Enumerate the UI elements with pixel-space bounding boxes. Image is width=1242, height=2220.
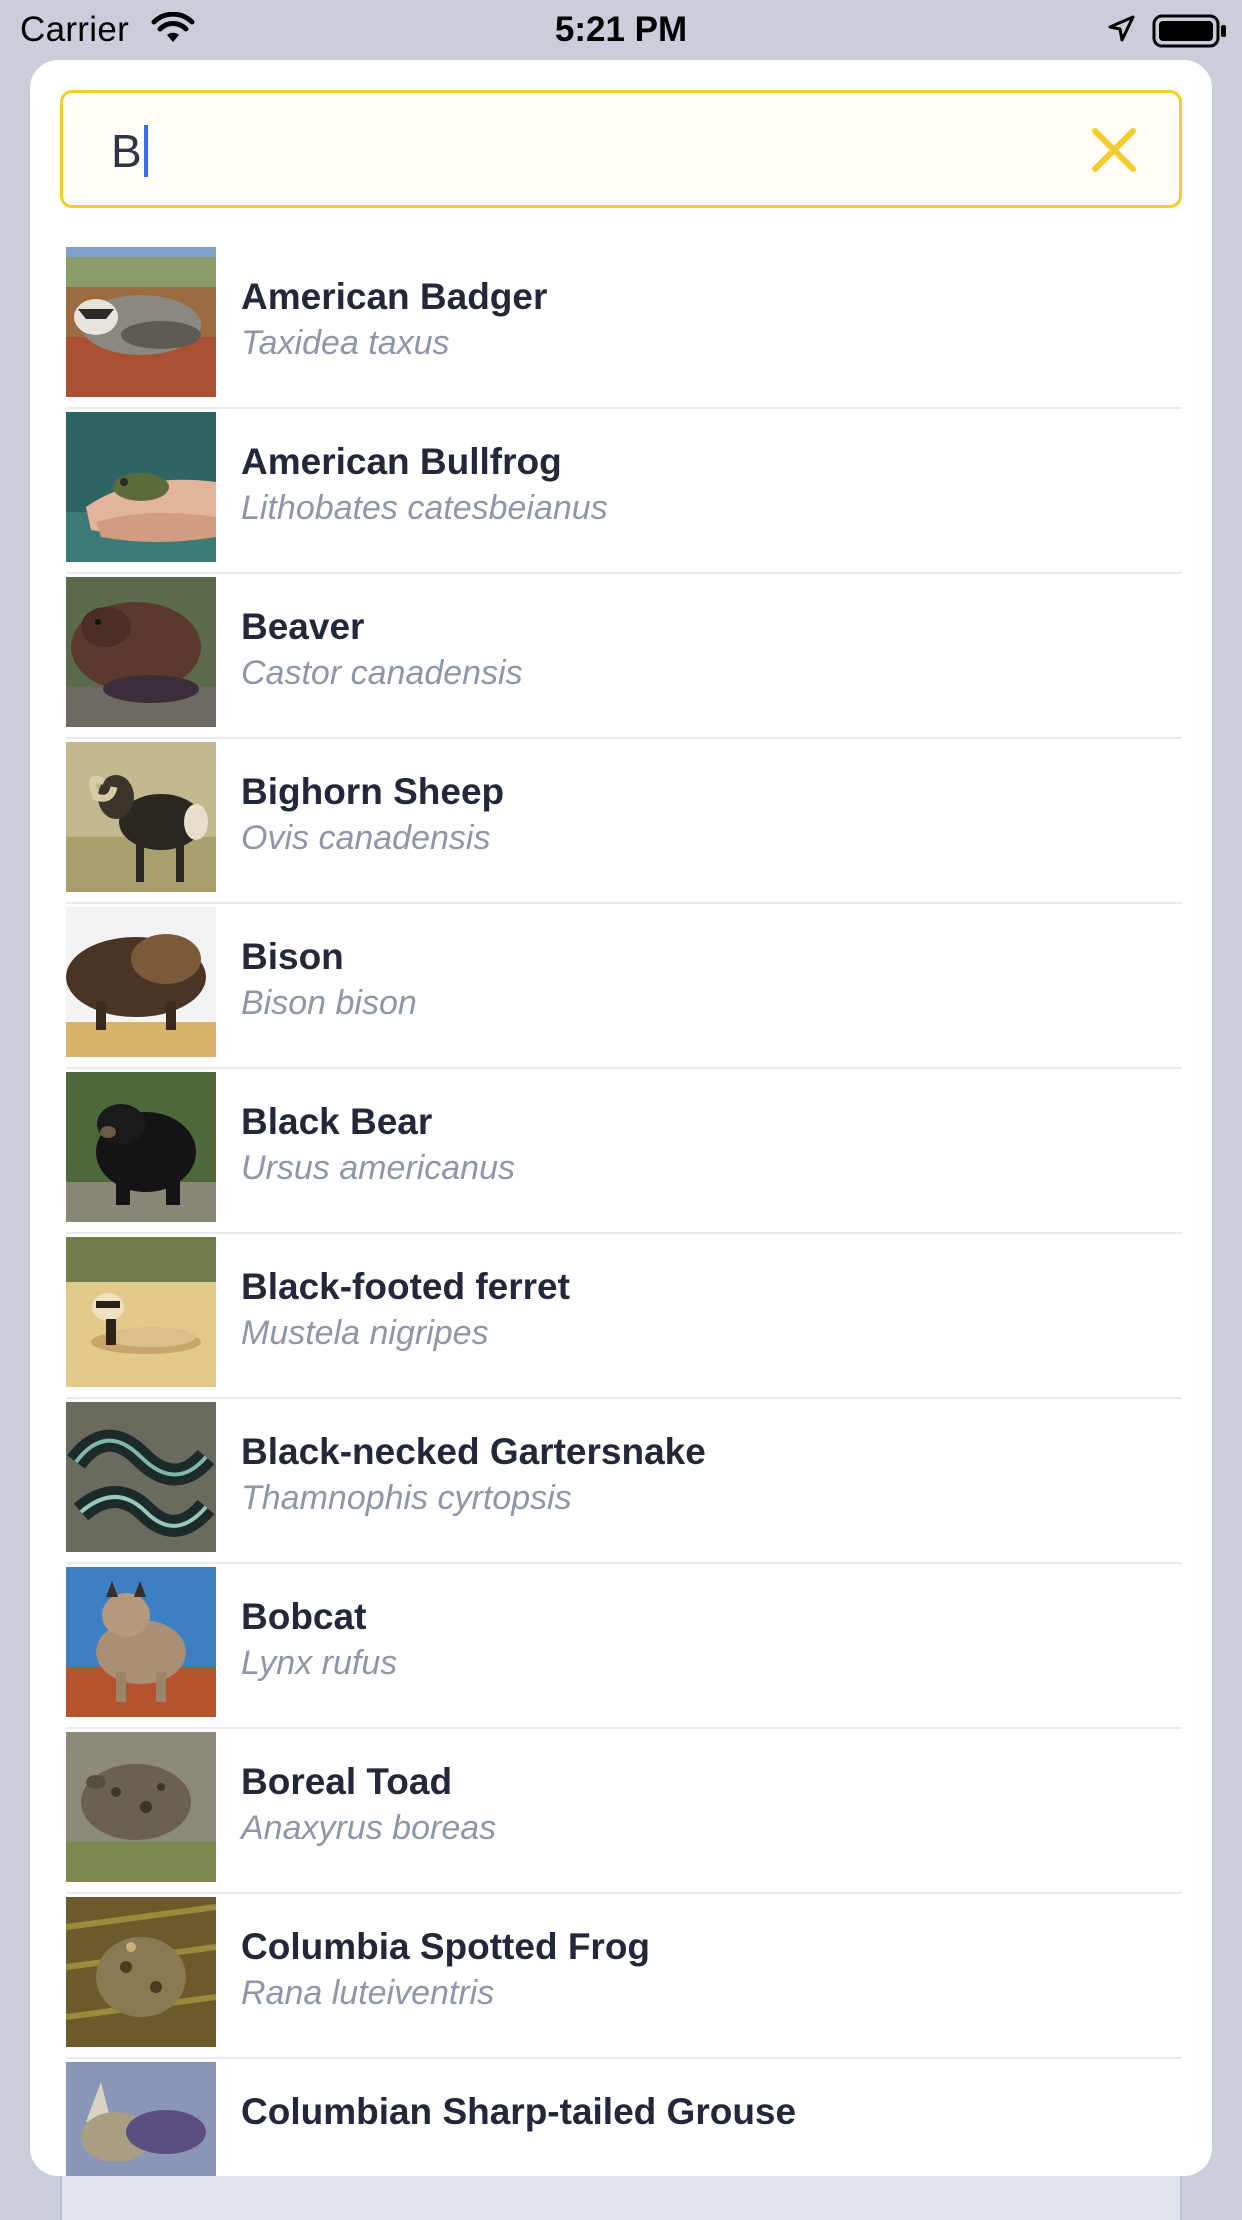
status-time: 5:21 PM — [554, 10, 688, 49]
list-item[interactable]: Black-footed ferret Mustela nigripes — [66, 1234, 1182, 1399]
text-caret — [143, 125, 148, 177]
common-name: American Bullfrog — [241, 441, 562, 482]
scientific-name: Ovis canadensis — [241, 819, 491, 857]
scientific-name: Mustela nigripes — [241, 1314, 489, 1352]
common-name: Black-necked Gartersnake — [241, 1431, 706, 1472]
close-icon — [1092, 128, 1136, 172]
list-item[interactable]: Bighorn Sheep Ovis canadensis — [66, 739, 1182, 904]
list-item[interactable]: Boreal Toad Anaxyrus boreas — [66, 1729, 1182, 1894]
common-name: Boreal Toad — [241, 1761, 453, 1802]
common-name: Black Bear — [241, 1101, 433, 1142]
scientific-name: Anaxyrus boreas — [241, 1809, 497, 1847]
common-name: Bobcat — [241, 1596, 367, 1637]
animal-photo — [66, 1567, 216, 1717]
common-name: Bison — [241, 936, 344, 977]
scientific-name: Lynx rufus — [241, 1644, 398, 1682]
animal-photo — [66, 577, 216, 727]
search-sheet: B American Badger Taxidea taxus American… — [30, 60, 1212, 2176]
status-bar: Carrier 5:21 PM — [0, 0, 1242, 60]
scientific-name: Castor canadensis — [241, 654, 523, 692]
animal-photo — [66, 247, 216, 397]
list-item[interactable]: Bobcat Lynx rufus — [66, 1564, 1182, 1729]
animal-photo — [66, 907, 216, 1057]
common-name: American Badger — [241, 276, 548, 317]
list-item[interactable]: Black-necked Gartersnake Thamnophis cyrt… — [66, 1399, 1182, 1564]
list-item[interactable]: Black Bear Ursus americanus — [66, 1069, 1182, 1234]
list-item[interactable]: American Badger Taxidea taxus — [66, 244, 1182, 409]
common-name: Columbian Sharp-tailed Grouse — [241, 2091, 797, 2132]
common-name: Beaver — [241, 606, 365, 647]
battery-icon — [1152, 14, 1228, 53]
animal-photo — [66, 1237, 216, 1387]
animal-photo — [66, 1897, 216, 2047]
scientific-name: Thamnophis cyrtopsis — [241, 1479, 572, 1517]
common-name: Columbia Spotted Frog — [241, 1926, 651, 1967]
scientific-name: Bison bison — [241, 984, 417, 1022]
scientific-name: Ursus americanus — [241, 1149, 515, 1187]
common-name: Black-footed ferret — [241, 1266, 570, 1307]
list-item[interactable]: Columbia Spotted Frog Rana luteiventris — [66, 1894, 1182, 2059]
scientific-name: Rana luteiventris — [241, 1974, 495, 2012]
search-box[interactable]: B — [60, 90, 1182, 208]
animal-photo — [66, 742, 216, 892]
list-item[interactable]: Columbian Sharp-tailed Grouse — [66, 2059, 1182, 2176]
animal-photo — [66, 1402, 216, 1552]
list-item[interactable]: Bison Bison bison — [66, 904, 1182, 1069]
animal-photo — [66, 1072, 216, 1222]
list-item[interactable]: Beaver Castor canadensis — [66, 574, 1182, 739]
location-arrow-icon — [1106, 14, 1136, 49]
common-name: Bighorn Sheep — [241, 771, 505, 812]
search-input-value: B — [111, 125, 142, 177]
animal-photo — [66, 412, 216, 562]
list-item[interactable]: American Bullfrog Lithobates catesbeianu… — [66, 409, 1182, 574]
scientific-name: Taxidea taxus — [241, 324, 450, 362]
clear-search-button[interactable] — [1087, 123, 1141, 177]
animal-photo — [66, 1732, 216, 1882]
animal-photo — [66, 2062, 216, 2176]
scientific-name: Lithobates catesbeianus — [241, 489, 608, 527]
results-list: American Badger Taxidea taxus American B… — [66, 244, 1182, 2176]
search-input[interactable]: B — [111, 119, 1011, 183]
